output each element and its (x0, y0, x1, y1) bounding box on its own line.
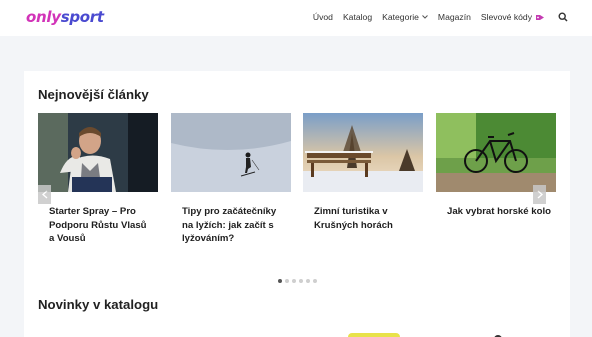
site-header: onlysport Úvod Katalog Kategorie Magazín… (0, 0, 592, 36)
carousel-pagination (278, 279, 317, 283)
article-image-skier-on-snow (171, 113, 291, 192)
carousel-dot[interactable] (306, 279, 310, 283)
catalog-news-heading: Novinky v katalogu (38, 297, 159, 312)
carousel-dot[interactable] (285, 279, 289, 283)
article-image-man-in-vest (38, 113, 158, 192)
nav-item-slevove-kody[interactable]: Slevové kódy (481, 12, 545, 22)
chevron-down-icon (422, 15, 428, 19)
site-logo[interactable]: onlysport (26, 8, 104, 26)
article-image-mountain-bike (436, 113, 556, 192)
nav-label: Katalog (342, 12, 373, 22)
carousel-dot[interactable] (292, 279, 296, 283)
nav-item-kategorie[interactable]: Kategorie (382, 12, 428, 22)
nav-label: Úvod (312, 12, 333, 22)
carousel-dot[interactable] (278, 279, 282, 283)
logo-part-sport: sport (60, 8, 104, 26)
article-title[interactable]: Zimní turistika v Krušných horách (303, 205, 423, 232)
arrow-left-icon (41, 190, 47, 199)
tag-icon (536, 14, 544, 20)
main-nav: Úvod Katalog Kategorie Magazín Slevové k… (303, 12, 568, 22)
nav-label: Kategorie (382, 12, 419, 22)
nav-item-magazin[interactable]: Magazín (438, 12, 471, 22)
article-title[interactable]: Starter Spray – Pro Podporu Růstu Vlasů … (38, 205, 158, 246)
search-icon[interactable] (558, 12, 568, 22)
article-title[interactable]: Jak vybrat horské kolo (436, 205, 556, 219)
article-card[interactable]: Starter Spray – Pro Podporu Růstu Vlasů … (38, 113, 158, 246)
article-image-winter-bench (303, 113, 423, 192)
article-card[interactable]: Zimní turistika v Krušných horách (303, 113, 423, 232)
catalog-product-image-peek (348, 333, 400, 337)
nav-label: Magazín (437, 12, 471, 22)
article-title[interactable]: Tipy pro začátečníky na lyžích: jak začí… (171, 205, 291, 246)
logo-part-only: only (26, 8, 61, 26)
latest-articles-heading: Nejnovější články (38, 87, 149, 102)
content-card: Nejnovější články Starter Spray – Pro Po… (24, 71, 570, 337)
carousel-next-button[interactable] (533, 185, 546, 204)
nav-item-katalog[interactable]: Katalog (343, 12, 372, 22)
arrow-right-icon (537, 190, 543, 199)
carousel-dot[interactable] (299, 279, 303, 283)
nav-item-uvod[interactable]: Úvod (313, 12, 333, 22)
carousel-prev-button[interactable] (38, 185, 51, 204)
carousel-dot[interactable] (313, 279, 317, 283)
article-card[interactable]: Tipy pro začátečníky na lyžích: jak začí… (171, 113, 291, 246)
nav-label: Slevové kódy (480, 12, 532, 22)
